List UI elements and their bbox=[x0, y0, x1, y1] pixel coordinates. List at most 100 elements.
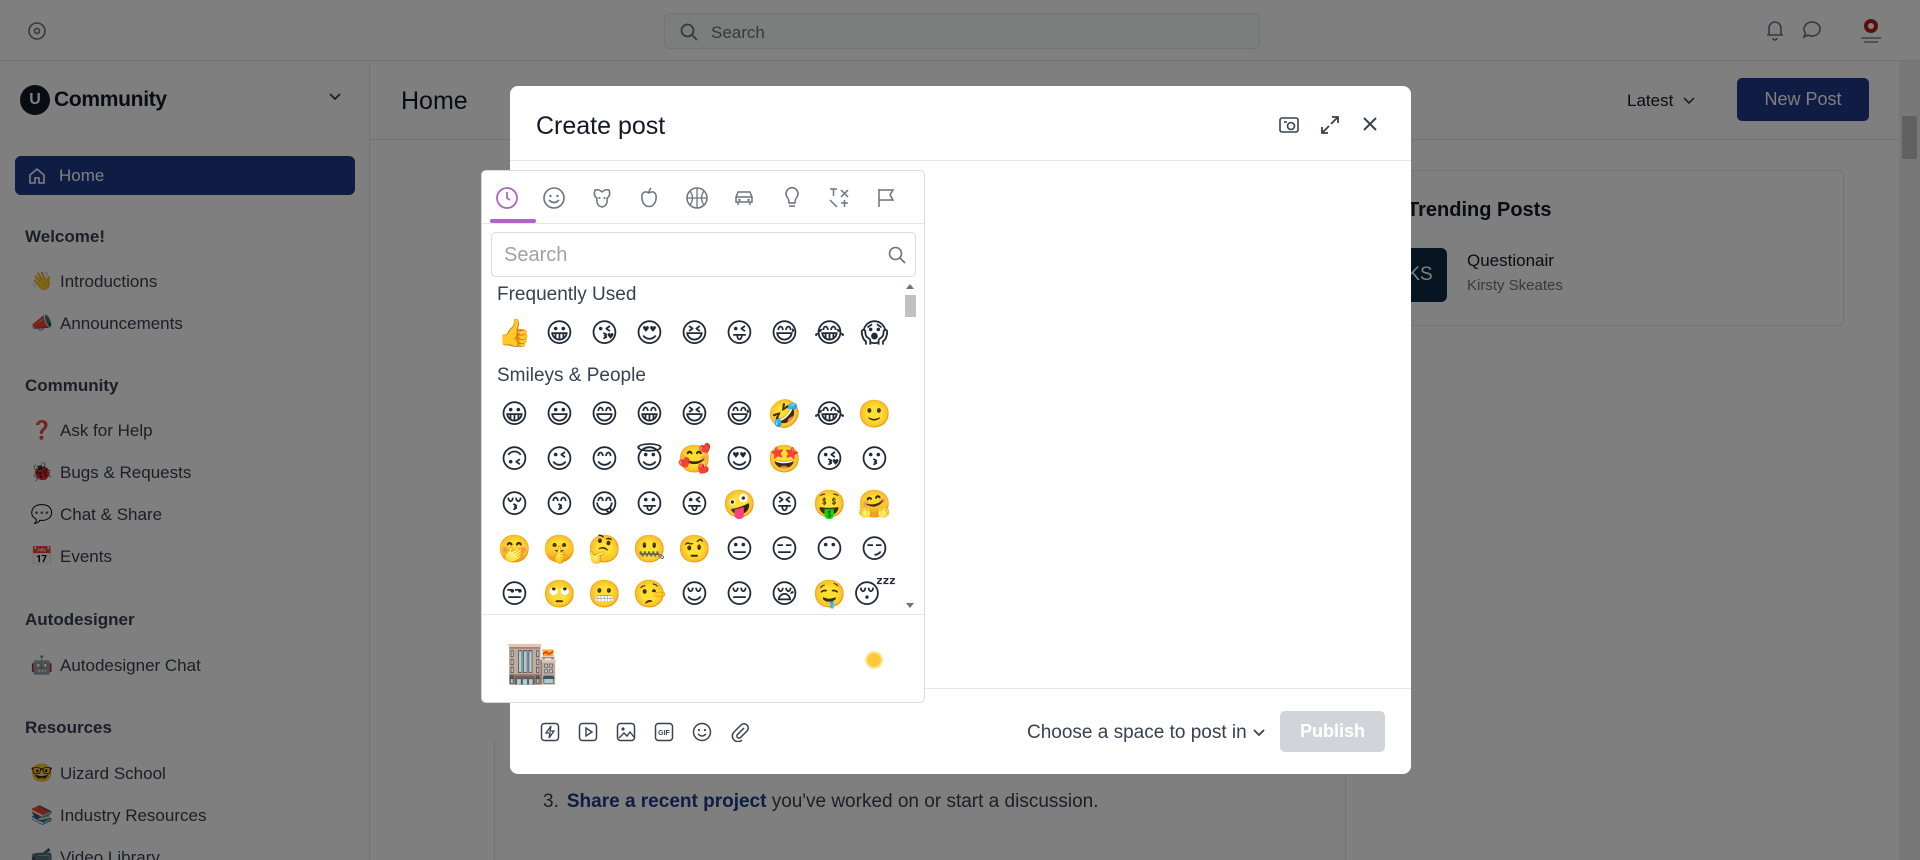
space-select-label: Choose a space to post in bbox=[1027, 722, 1247, 743]
emoji-row: 🙃 😉 😊 😇 🥰 😍 🤩 😘 😗 bbox=[492, 441, 897, 477]
emoji-button[interactable]: 😘 bbox=[807, 441, 852, 477]
emoji-button[interactable]: 😏 bbox=[852, 531, 897, 567]
skin-tone-selector[interactable] bbox=[865, 651, 883, 669]
emoji-icon[interactable] bbox=[690, 720, 714, 744]
animal-category-icon[interactable] bbox=[588, 184, 616, 212]
emoji-button[interactable]: 😁 bbox=[627, 396, 672, 432]
emoji-button[interactable]: 😛 bbox=[627, 486, 672, 522]
emoji-list-scrollbar[interactable] bbox=[902, 281, 918, 611]
scroll-up-icon[interactable] bbox=[902, 281, 918, 291]
emoji-picker: Search Frequently Used 👍 😀 😘 😍 😆 😜 😅 😂 😱 Smileys… bbox=[481, 170, 925, 703]
scroll-down-icon[interactable] bbox=[902, 601, 918, 611]
emoji-button[interactable]: 😜 bbox=[717, 315, 762, 351]
emoji-button[interactable]: 🤨 bbox=[672, 531, 717, 567]
emoji-button[interactable]: 🤭 bbox=[492, 531, 537, 567]
emoji-button[interactable]: 😋 bbox=[582, 486, 627, 522]
emoji-button[interactable]: 😜 bbox=[672, 486, 717, 522]
emoji-button[interactable]: 😚 bbox=[492, 486, 537, 522]
emoji-preview: 🏬 bbox=[506, 638, 559, 685]
emoji-button[interactable]: 🤑 bbox=[807, 486, 852, 522]
emoji-button[interactable]: 😙 bbox=[537, 486, 582, 522]
emoji-row: 🤭 🤫 🤔 🤐 🤨 😐 😑 😶 😏 bbox=[492, 531, 897, 567]
emoji-button[interactable]: 🙃 bbox=[492, 441, 537, 477]
emoji-scrollbar-thumb[interactable] bbox=[905, 295, 916, 317]
emoji-button[interactable]: 😍 bbox=[627, 315, 672, 351]
travel-category-icon[interactable] bbox=[730, 184, 758, 212]
image-icon[interactable] bbox=[614, 720, 638, 744]
modal-title: Create post bbox=[536, 112, 666, 140]
emoji-button[interactable]: 🤤 bbox=[807, 576, 852, 612]
emoji-button[interactable]: 😍 bbox=[717, 441, 762, 477]
emoji-button[interactable]: 🙂 bbox=[852, 396, 897, 432]
emoji-button[interactable]: 😇 bbox=[627, 441, 672, 477]
close-icon[interactable] bbox=[1360, 114, 1380, 134]
emoji-button[interactable]: 👍 bbox=[492, 315, 537, 351]
emoji-button[interactable]: 🤫 bbox=[537, 531, 582, 567]
emoji-button[interactable]: 😴 bbox=[852, 576, 897, 612]
emoji-button[interactable]: 🤔 bbox=[582, 531, 627, 567]
emoji-button[interactable]: 🤩 bbox=[762, 441, 807, 477]
emoji-button[interactable]: 😝 bbox=[762, 486, 807, 522]
emoji-button[interactable]: 😗 bbox=[852, 441, 897, 477]
emoji-button[interactable]: 🥰 bbox=[672, 441, 717, 477]
emoji-button[interactable]: 😪 bbox=[762, 576, 807, 612]
emoji-button[interactable]: 😀 bbox=[537, 315, 582, 351]
chevron-down-icon bbox=[1253, 729, 1265, 737]
emoji-list: Frequently Used 👍 😀 😘 😍 😆 😜 😅 😂 😱 Smileys & Peop… bbox=[482, 277, 924, 615]
post-toolbar: GIF bbox=[538, 720, 752, 744]
lightning-icon[interactable] bbox=[538, 720, 562, 744]
emoji-button[interactable]: 😬 bbox=[582, 576, 627, 612]
emoji-row: 👍 😀 😘 😍 😆 😜 😅 😂 😱 bbox=[492, 315, 897, 351]
space-select-dropdown[interactable]: Choose a space to post in bbox=[1027, 722, 1265, 744]
active-category-indicator bbox=[490, 219, 536, 223]
emoji-button[interactable]: 🤣 bbox=[762, 396, 807, 432]
emoji-button[interactable]: 😒 bbox=[492, 576, 537, 612]
emoji-search-input[interactable]: Search bbox=[491, 232, 916, 277]
gif-icon[interactable]: GIF bbox=[652, 720, 676, 744]
expand-icon[interactable] bbox=[1319, 114, 1341, 136]
emoji-button[interactable]: 😔 bbox=[717, 576, 762, 612]
emoji-button[interactable]: 😌 bbox=[672, 576, 717, 612]
emoji-button[interactable]: 😀 bbox=[492, 396, 537, 432]
flags-category-icon[interactable] bbox=[873, 184, 901, 212]
screenshot-icon[interactable] bbox=[1278, 114, 1300, 136]
smileys-label: Smileys & People bbox=[497, 365, 646, 386]
emoji-button[interactable]: 😂 bbox=[807, 396, 852, 432]
emoji-button[interactable]: 🤥 bbox=[627, 576, 672, 612]
emoji-button[interactable]: 😱 bbox=[852, 315, 897, 351]
emoji-row: 😒 🙄 😬 🤥 😌 😔 😪 🤤 😴 bbox=[492, 576, 897, 612]
symbols-category-icon[interactable] bbox=[825, 184, 853, 212]
video-icon[interactable] bbox=[576, 720, 600, 744]
emoji-button[interactable]: 😉 bbox=[537, 441, 582, 477]
emoji-button[interactable]: 😃 bbox=[537, 396, 582, 432]
emoji-button[interactable]: 😑 bbox=[762, 531, 807, 567]
emoji-button[interactable]: 😊 bbox=[582, 441, 627, 477]
emoji-row: 😚 😙 😋 😛 😜 🤪 😝 🤑 🤗 bbox=[492, 486, 897, 522]
emoji-button[interactable]: 😅 bbox=[762, 315, 807, 351]
publish-button[interactable]: Publish bbox=[1280, 711, 1385, 752]
emoji-button[interactable]: 😘 bbox=[582, 315, 627, 351]
smiley-category-icon[interactable] bbox=[540, 184, 568, 212]
sports-category-icon[interactable] bbox=[683, 184, 711, 212]
emoji-search-placeholder: Search bbox=[504, 244, 568, 266]
emoji-button[interactable]: 😂 bbox=[807, 315, 852, 351]
search-icon bbox=[888, 246, 906, 264]
emoji-button[interactable]: 😅 bbox=[717, 396, 762, 432]
recent-clock-icon[interactable] bbox=[493, 184, 521, 212]
emoji-button[interactable]: 😆 bbox=[672, 315, 717, 351]
objects-category-icon[interactable] bbox=[778, 184, 806, 212]
emoji-button[interactable]: 🤐 bbox=[627, 531, 672, 567]
emoji-row: 😀 😃 😄 😁 😆 😅 🤣 😂 🙂 bbox=[492, 396, 897, 432]
emoji-button[interactable]: 🤪 bbox=[717, 486, 762, 522]
attachment-icon[interactable] bbox=[728, 720, 752, 744]
svg-text:GIF: GIF bbox=[658, 730, 670, 737]
emoji-button[interactable]: 😐 bbox=[717, 531, 762, 567]
emoji-category-tabs bbox=[482, 171, 924, 224]
emoji-button[interactable]: 😆 bbox=[672, 396, 717, 432]
emoji-button[interactable]: 🙄 bbox=[537, 576, 582, 612]
emoji-button[interactable]: 😄 bbox=[582, 396, 627, 432]
food-category-icon[interactable] bbox=[635, 184, 663, 212]
emoji-button[interactable]: 🤗 bbox=[852, 486, 897, 522]
emoji-button[interactable]: 😶 bbox=[807, 531, 852, 567]
divider bbox=[510, 160, 1411, 161]
